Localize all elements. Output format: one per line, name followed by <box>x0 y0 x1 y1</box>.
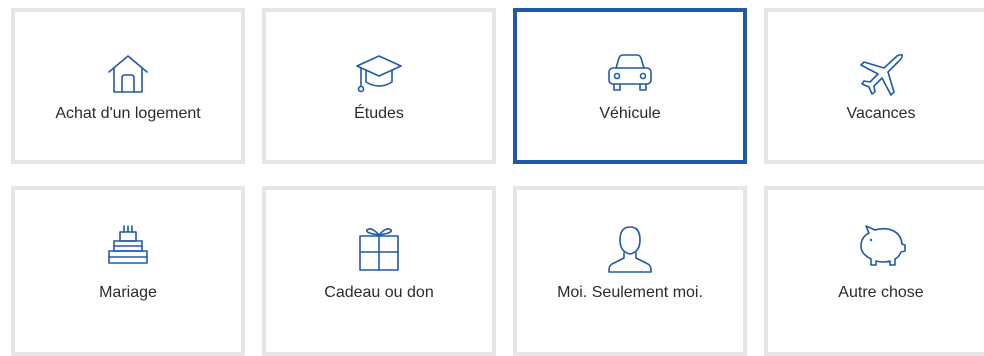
gift-icon <box>266 224 492 274</box>
option-etudes[interactable]: Études <box>262 8 496 164</box>
car-icon <box>517 52 743 94</box>
option-label: Moi. Seulement moi. <box>557 284 703 301</box>
option-mariage[interactable]: Mariage <box>11 186 245 356</box>
option-label: Études <box>354 105 404 122</box>
option-label: Vacances <box>846 105 916 122</box>
option-achat-logement[interactable]: Achat d'un logement <box>11 8 245 164</box>
person-icon <box>517 224 743 276</box>
graduation-cap-icon <box>266 52 492 98</box>
option-cadeau[interactable]: Cadeau ou don <box>262 186 496 356</box>
piggy-bank-icon <box>768 224 984 268</box>
option-label: Autre chose <box>838 284 924 301</box>
option-label: Achat d'un logement <box>55 105 201 122</box>
wedding-cake-icon <box>15 224 241 270</box>
option-label: Cadeau ou don <box>324 284 434 301</box>
option-moi[interactable]: Moi. Seulement moi. <box>513 186 747 356</box>
option-autre-chose[interactable]: Autre chose <box>764 186 984 356</box>
option-label: Mariage <box>99 284 157 301</box>
airplane-icon <box>768 52 984 98</box>
option-vacances[interactable]: Vacances <box>764 8 984 164</box>
option-label: Véhicule <box>599 105 661 122</box>
house-icon <box>15 52 241 94</box>
option-vehicule[interactable]: Véhicule <box>513 8 747 164</box>
